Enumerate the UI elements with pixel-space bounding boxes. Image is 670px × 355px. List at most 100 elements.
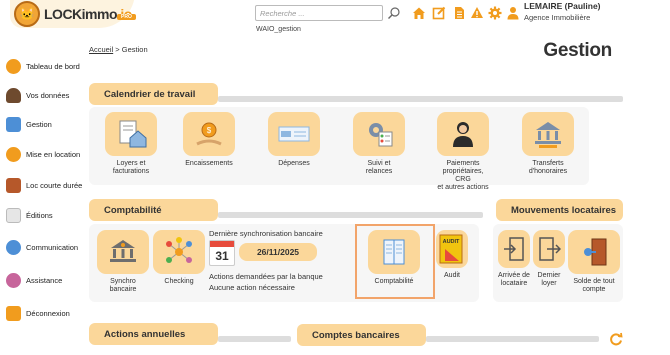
breadcrumb-separator: > <box>115 45 120 54</box>
tile-audit[interactable]: AUDIT Audit <box>436 230 468 280</box>
sidebar-item-label: Gestion <box>26 119 52 129</box>
suitcase-icon <box>6 177 21 193</box>
section-calendrier-header: Calendrier de travail <box>89 83 218 105</box>
sidebar-item-label: Vos données <box>26 90 70 100</box>
section-divider <box>426 336 599 342</box>
network-icon <box>153 230 205 274</box>
page-title: Gestion <box>543 40 612 61</box>
section-divider <box>218 96 623 102</box>
sidebar-item-gestion[interactable]: Gestion <box>6 115 52 133</box>
logo[interactable]: 🐱 LOCKimmo.io PRO <box>14 0 136 28</box>
logout-icon <box>6 305 21 321</box>
tile-label: Loyers et facturations <box>112 160 150 176</box>
bills-icon <box>268 112 320 156</box>
ledger-icon <box>368 230 420 274</box>
section-divider <box>218 336 291 342</box>
megaphone-icon <box>6 146 21 162</box>
sidebar-item-loc-courte-duree[interactable]: Loc courte durée <box>6 176 82 194</box>
sidebar-item-communication[interactable]: Communication <box>6 238 78 256</box>
document-icon[interactable] <box>452 6 466 20</box>
logo-main: LOCKimmo <box>44 6 118 22</box>
section-annuelles-header: Actions annuelles <box>89 323 218 345</box>
owner-icon <box>437 112 489 156</box>
sidebar-item-editions[interactable]: Éditions <box>6 206 53 224</box>
tile-depenses[interactable]: Dépenses <box>268 112 320 168</box>
tile-comptabilite[interactable]: Comptabilité <box>368 230 420 286</box>
section-comptabilite-header: Comptabilité <box>89 199 218 221</box>
key-door-icon <box>568 230 620 274</box>
sidebar-item-deconnexion[interactable]: Déconnexion <box>6 304 70 322</box>
section-comptes-header: Comptes bancaires <box>297 324 426 346</box>
sidebar-item-label: Déconnexion <box>26 308 70 318</box>
svg-text:$: $ <box>207 126 212 135</box>
svg-text:AUDIT: AUDIT <box>443 239 460 245</box>
coins-icon: $ <box>183 112 235 156</box>
bank-sync-icon <box>97 230 149 274</box>
tile-label: Paiements propriétaires, CRG et autres a… <box>437 160 489 192</box>
tile-label: Arrivée de locataire <box>498 272 530 288</box>
tile-paiements-proprietaires[interactable]: Paiements propriétaires, CRG et autres a… <box>437 112 489 192</box>
sidebar-item-tableau-de-bord[interactable]: Tableau de bord <box>6 57 80 75</box>
sidebar-item-label: Communication <box>26 242 79 252</box>
tile-synchro-bancaire[interactable]: Synchro bancaire <box>97 230 149 294</box>
sidebar-item-label: Assistance <box>26 275 63 285</box>
search-icon[interactable] <box>387 6 401 20</box>
audit-icon: AUDIT <box>436 230 468 268</box>
search-input[interactable] <box>255 5 383 21</box>
logo-pro-badge: PRO <box>117 14 136 20</box>
tile-label: Comptabilité <box>374 278 414 285</box>
gear-checklist-icon <box>353 112 405 156</box>
sync-date: 26/11/2025 <box>239 243 317 261</box>
section-calendrier-panel <box>89 107 589 185</box>
bank-transfer-icon <box>522 112 574 156</box>
tile-label: Checking <box>164 278 194 285</box>
tile-dernier-loyer[interactable]: Dernier loyer <box>533 230 565 288</box>
breadcrumb-current: Gestion <box>121 45 148 54</box>
document-icon <box>6 207 21 223</box>
tile-encaissements[interactable]: $ Encaissements <box>183 112 235 168</box>
tile-arrivee-locataire[interactable]: Arrivée de locataire <box>498 230 530 288</box>
tile-checking[interactable]: Checking <box>153 230 205 286</box>
enter-door-icon <box>498 230 530 268</box>
folder-icon <box>6 116 21 132</box>
user-icon[interactable] <box>506 6 520 20</box>
calendar-icon: 31 <box>209 240 235 266</box>
sidebar-item-label: Éditions <box>26 210 53 220</box>
support-icon <box>6 272 21 288</box>
breadcrumb: Accueil > Gestion <box>89 45 148 54</box>
tile-label: Synchro bancaire <box>109 278 137 294</box>
sidebar-item-assistance[interactable]: Assistance <box>6 271 62 289</box>
tile-transferts-honoraires[interactable]: Transferts d'honoraires <box>522 112 574 176</box>
breadcrumb-home-link[interactable]: Accueil <box>89 45 113 54</box>
tile-label: Audit <box>444 272 460 279</box>
tile-label: Dépenses <box>278 160 310 167</box>
agency-name: Agence Immobilière <box>524 13 591 22</box>
chat-icon <box>6 239 21 255</box>
alert-icon[interactable] <box>470 6 484 20</box>
person-icon <box>6 87 21 103</box>
tile-solde-tout-compte[interactable]: Solde de tout compte <box>568 230 620 294</box>
section-mouvements-header: Mouvements locataires <box>496 199 623 221</box>
exit-door-icon <box>533 230 565 268</box>
sidebar-item-label: Tableau de bord <box>26 61 80 71</box>
house-invoice-icon <box>105 112 157 156</box>
home-icon[interactable] <box>412 6 426 20</box>
tile-label: Suivi et relances <box>365 160 393 176</box>
tile-loyers-facturations[interactable]: Loyers et facturations <box>105 112 157 176</box>
tile-label: Solde de tout compte <box>573 278 615 294</box>
cat-mascot-icon: 🐱 <box>14 1 40 27</box>
tile-label: Encaissements <box>185 160 233 167</box>
refresh-icon[interactable] <box>609 332 623 346</box>
tile-suivi-relances[interactable]: Suivi et relances <box>353 112 405 176</box>
sync-title: Dernière synchronisation bancaire <box>209 229 323 238</box>
bank-actions-title: Actions demandées par la banque <box>209 272 323 281</box>
user-name[interactable]: LEMAIRE (Pauline) <box>524 1 601 11</box>
sidebar-item-label: Mise en location <box>26 149 81 159</box>
bank-actions-value: Aucune action nécessaire <box>209 283 295 292</box>
tile-label: Transferts d'honoraires <box>528 160 568 176</box>
account-id: WAIO_gestion <box>256 26 301 33</box>
sidebar-item-vos-donnees[interactable]: Vos données <box>6 86 69 104</box>
edit-icon[interactable] <box>432 6 446 20</box>
gear-icon[interactable] <box>488 6 502 20</box>
sidebar-item-mise-en-location[interactable]: Mise en location <box>6 145 80 163</box>
